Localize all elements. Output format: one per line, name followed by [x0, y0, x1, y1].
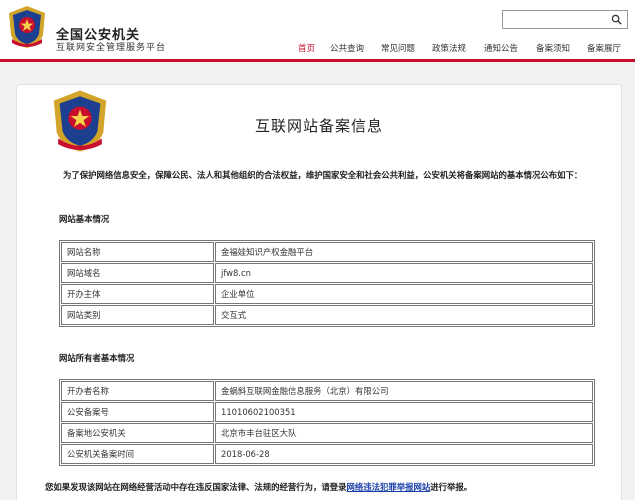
nav-policy[interactable]: 政策法规 [432, 42, 466, 56]
record-authority-value: 北京市丰台驻区大队 [215, 423, 593, 443]
page-title: 互联网站备案信息 [254, 117, 383, 135]
table-row: 网站名称 金福娃知识产权金融平台 [61, 242, 593, 262]
record-date-label: 公安机关备案时间 [61, 444, 214, 464]
owner-info-table: 开办者名称 金蜗斜互联网金融信息服务（北京）有限公司 公安备案号 1101060… [59, 379, 595, 466]
table-row: 公安机关备案时间 2018-06-28 [61, 444, 593, 464]
site-header: 全国公安机关 互联网安全管理服务平台 首页 公共查询 常见问题 政策法规 通知公… [0, 0, 635, 62]
table-row: 开办主体 企业单位 [61, 284, 593, 304]
report-notice-prefix: 您如果发现该网站在网络经营活动中存在违反国家法律、法规的经营行为，请登录 [45, 482, 347, 492]
table-row: 公安备案号 11010602100351 [61, 402, 593, 422]
table-row: 开办者名称 金蜗斜互联网金融信息服务（北京）有限公司 [61, 381, 593, 401]
nav-public-query[interactable]: 公共查询 [330, 42, 364, 56]
site-subtitle: 互联网安全管理服务平台 [56, 43, 167, 53]
site-info-table: 网站名称 金福娃知识产权金融平台 网站域名 jfw8.cn 开办主体 企业单位 … [59, 240, 595, 327]
search-input[interactable] [502, 10, 628, 29]
nav-home[interactable]: 首页 [298, 42, 315, 56]
nav-filing-guide[interactable]: 备案须知 [536, 42, 570, 56]
table-row: 网站域名 jfw8.cn [61, 263, 593, 283]
owner-name-value: 金蜗斜互联网金融信息服务（北京）有限公司 [215, 381, 593, 401]
record-number-label: 公安备案号 [61, 402, 214, 422]
site-category-label: 网站类别 [61, 305, 214, 325]
site-info-title: 网站基本情况 [59, 214, 110, 224]
nav-filing-gallery[interactable]: 备案展厅 [587, 42, 621, 56]
nav-notices[interactable]: 通知公告 [484, 42, 518, 56]
record-date-value: 2018-06-28 [215, 444, 593, 464]
police-emblem-icon[interactable] [6, 5, 48, 49]
record-authority-label: 备案地公安机关 [61, 423, 214, 443]
table-row: 备案地公安机关 北京市丰台驻区大队 [61, 423, 593, 443]
report-link[interactable]: 网络违法犯罪举报网站 [347, 482, 431, 492]
nav-faq[interactable]: 常见问题 [381, 42, 415, 56]
intro-paragraph: 为了保护网络信息安全，保障公民、法人和其他组织的合法权益，维护国家安全和社会公共… [63, 170, 583, 180]
site-domain-value: jfw8.cn [215, 263, 593, 283]
owner-name-label: 开办者名称 [61, 381, 214, 401]
search-icon[interactable] [611, 14, 622, 25]
site-name-label: 网站名称 [61, 242, 214, 262]
site-operator-type-value: 企业单位 [215, 284, 593, 304]
record-number-value: 11010602100351 [215, 402, 593, 422]
intro-text: 为了保护网络信息安全，保障公民、法人和其他组织的合法权益，维护国家安全和社会公共… [45, 169, 615, 182]
filing-info-card: 互联网站备案信息 为了保护网络信息安全，保障公民、法人和其他组织的合法权益，维护… [16, 84, 622, 500]
site-operator-type-label: 开办主体 [61, 284, 214, 304]
owner-info-title: 网站所有者基本情况 [59, 353, 135, 363]
site-domain-label: 网站域名 [61, 263, 214, 283]
report-notice-suffix: 进行举报。 [430, 482, 473, 492]
site-name-value: 金福娃知识产权金融平台 [215, 242, 593, 262]
table-row: 网站类别 交互式 [61, 305, 593, 325]
site-category-value: 交互式 [215, 305, 593, 325]
report-notice: 您如果发现该网站在网络经营活动中存在违反国家法律、法规的经营行为，请登录网络违法… [45, 481, 472, 493]
